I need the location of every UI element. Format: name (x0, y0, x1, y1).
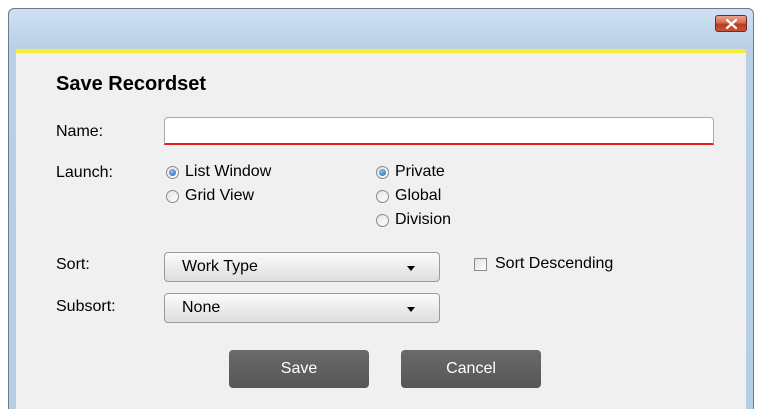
radio-division-indicator (376, 213, 389, 227)
radio-list-window-indicator (166, 165, 179, 179)
radio-global-indicator (376, 189, 389, 203)
radio-list-window-label: List Window (185, 163, 272, 180)
radio-global-label: Global (395, 187, 442, 204)
save-recordset-window: Save Recordset Name: Launch: List Window… (8, 8, 754, 409)
name-input[interactable] (164, 117, 714, 145)
dialog-title: Save Recordset (56, 73, 207, 95)
radio-grid-view-indicator (166, 189, 179, 203)
close-icon (726, 19, 737, 29)
radio-grid-view[interactable]: Grid View (166, 187, 254, 205)
sort-select-value: Work Type (182, 258, 258, 275)
radio-grid-view-label: Grid View (185, 187, 255, 204)
dialog-body: Save Recordset Name: Launch: List Window… (16, 49, 746, 409)
launch-label: Launch: (56, 164, 113, 181)
radio-list-window[interactable]: List Window (166, 163, 271, 181)
sort-descending-label: Sort Descending (495, 255, 614, 272)
sort-descending-box (474, 257, 487, 271)
sort-select[interactable]: Work Type (164, 252, 440, 282)
name-label: Name: (56, 123, 104, 140)
radio-division-label: Division (395, 211, 452, 228)
radio-division[interactable]: Division (376, 211, 451, 229)
chevron-down-icon (407, 266, 415, 271)
radio-private-indicator (376, 165, 389, 179)
radio-private-label: Private (395, 163, 445, 180)
sort-descending-checkbox[interactable]: Sort Descending (474, 255, 613, 273)
sort-label: Sort: (56, 256, 90, 273)
subsort-select[interactable]: None (164, 293, 440, 323)
subsort-label: Subsort: (56, 298, 116, 315)
radio-private[interactable]: Private (376, 163, 445, 181)
radio-global[interactable]: Global (376, 187, 441, 205)
cancel-button[interactable]: Cancel (401, 350, 541, 388)
save-button[interactable]: Save (229, 350, 369, 388)
subsort-select-value: None (182, 299, 221, 316)
title-bar (9, 9, 753, 49)
chevron-down-icon (407, 307, 415, 312)
close-button[interactable] (715, 15, 747, 32)
